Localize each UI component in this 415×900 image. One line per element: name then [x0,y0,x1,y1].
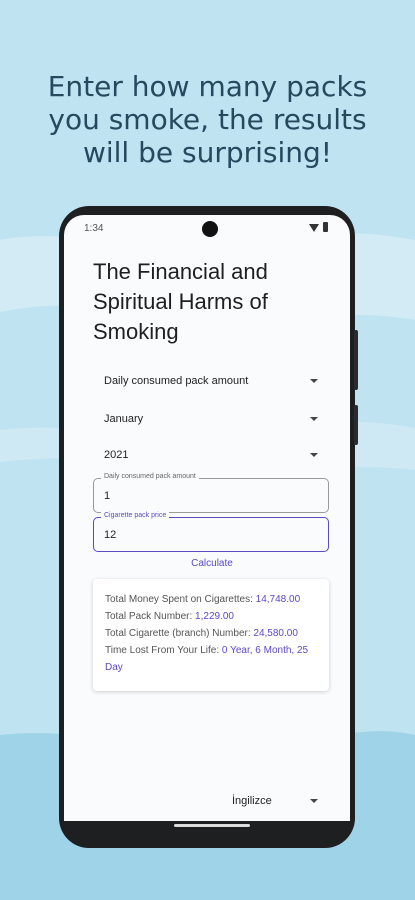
status-time: 1:34 [84,223,104,234]
money-value: 14,748.00 [255,594,301,605]
wifi-icon [309,224,319,232]
chevron-down-icon [310,379,318,383]
camera-cutout [202,221,218,237]
month-dropdown[interactable]: January [104,409,318,429]
year-dropdown-value: 2021 [104,449,129,461]
promo-line-1: Enter how many packs [47,70,368,103]
home-indicator [174,824,250,827]
promo-headline: Enter how many packs you smoke, the resu… [0,70,415,169]
pack-label: Total Pack Number: [105,611,193,622]
results-card: Total Money Spent on Cigarettes: 14,748.… [93,579,329,691]
cigarette-result: Total Cigarette (branch) Number: 24,580.… [105,625,317,642]
cigarette-value: 24,580.00 [253,628,298,639]
pack-price-label: Cigarette pack price [101,512,170,519]
pack-result: Total Pack Number: 1,229.00 [105,608,317,625]
pack-price-input[interactable] [104,529,304,541]
phone-side-button [354,330,358,390]
money-label: Total Money Spent on Cigarettes: [105,594,253,605]
language-dropdown[interactable]: İngilizce [232,793,318,809]
daily-packs-label: Daily consumed pack amount [101,473,199,480]
time-label: Time Lost From Your Life: [105,645,220,656]
battery-icon [323,222,328,232]
pack-value: 1,229.00 [195,611,234,622]
promo-line-2: you smoke, the results [48,103,367,136]
status-icons [309,222,328,232]
promo-line-3: will be surprising! [82,136,333,169]
type-dropdown-value: Daily consumed pack amount [104,375,249,387]
status-bar: 1:34 [64,215,350,243]
page-title: The Financial and Spiritual Harms of Smo… [93,259,268,344]
cigarette-label: Total Cigarette (branch) Number: [105,628,251,639]
time-result: Time Lost From Your Life: 0 Year, 6 Mont… [105,642,317,676]
type-dropdown[interactable]: Daily consumed pack amount [104,371,318,391]
daily-packs-input[interactable] [104,490,304,502]
daily-packs-field[interactable]: Daily consumed pack amount [93,473,329,513]
phone-side-button [354,405,358,445]
calculate-button[interactable]: Calculate [64,558,350,569]
month-dropdown-value: January [104,413,144,425]
pack-price-field[interactable]: Cigarette pack price [93,512,329,552]
chevron-down-icon [310,453,318,457]
chevron-down-icon [310,417,318,421]
money-result: Total Money Spent on Cigarettes: 14,748.… [105,591,317,608]
language-value: İngilizce [232,795,272,807]
chevron-down-icon [310,799,318,803]
year-dropdown[interactable]: 2021 [104,445,318,465]
app-screen: 1:34 The Financial and Spiritual Harms o… [64,215,350,821]
